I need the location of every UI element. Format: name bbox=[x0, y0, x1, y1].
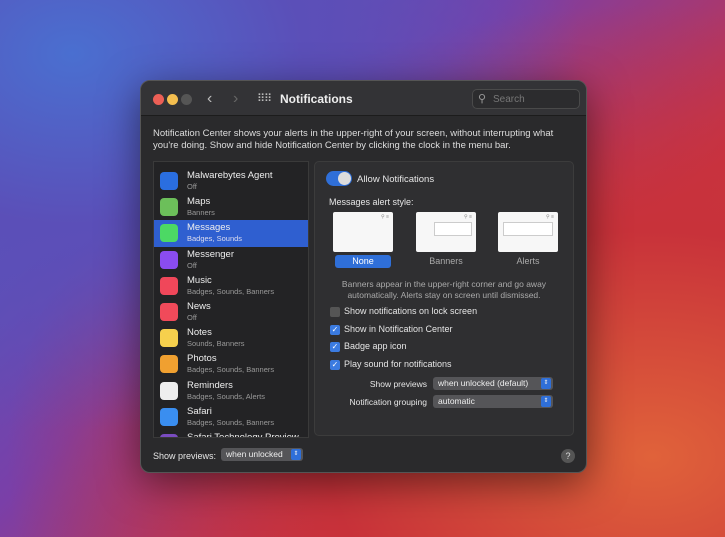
reminders-icon bbox=[160, 381, 178, 400]
app-name: News bbox=[187, 300, 211, 312]
app-status: Off bbox=[187, 182, 197, 191]
app-status: Banners bbox=[187, 208, 215, 218]
allow-notifications-label: Allow Notifications bbox=[357, 174, 435, 185]
app-status: Badges, Sounds, Banners bbox=[187, 417, 275, 427]
app-name: Messenger bbox=[187, 248, 234, 260]
notifications-window: ‹ › ⠿⠿ Notifications ⚲ Search Notificatio… bbox=[140, 80, 587, 473]
messages-icon bbox=[160, 224, 178, 243]
app-name: Malwarebytes Agent bbox=[187, 170, 273, 181]
footer-previews-label: Show previews: bbox=[153, 451, 217, 461]
app-name: Music bbox=[187, 274, 212, 286]
search-input[interactable]: ⚲ Search bbox=[472, 89, 580, 109]
app-list-item[interactable]: Safari Badges, Sounds, Banners bbox=[154, 404, 308, 430]
app-name: Notes bbox=[187, 327, 212, 339]
grid-icon[interactable]: ⠿⠿ bbox=[257, 92, 272, 105]
checkbox[interactable]: ✓ bbox=[330, 359, 340, 370]
app-list-item[interactable]: Notes Sounds, Banners bbox=[154, 325, 308, 351]
chevron-updown-icon: ⇕ bbox=[291, 449, 301, 460]
app-name: Safari bbox=[187, 405, 212, 417]
help-button[interactable]: ? bbox=[561, 449, 575, 463]
music-icon bbox=[160, 276, 178, 295]
allow-notifications-toggle[interactable] bbox=[326, 171, 352, 186]
back-icon[interactable]: ‹ bbox=[207, 90, 212, 108]
safari-icon bbox=[160, 407, 178, 426]
app-list-item[interactable]: Messages Badges, Sounds bbox=[154, 220, 308, 247]
style-none-preview[interactable]: ⚲ ≡ bbox=[333, 212, 393, 252]
app-status: Off bbox=[187, 312, 197, 322]
description: Notification Center shows your alerts in… bbox=[153, 128, 554, 151]
window-title: Notifications bbox=[280, 92, 353, 106]
style-banners-label[interactable]: Banners bbox=[418, 255, 474, 268]
app-list-item[interactable]: Messenger Off bbox=[154, 247, 308, 273]
app-list[interactable]: Malwarebytes Agent Off Maps Banners Messages… bbox=[153, 161, 309, 438]
previews-label: Show previews bbox=[369, 379, 427, 389]
chevron-updown-icon: ⇕ bbox=[541, 396, 551, 407]
grouping-select[interactable]: automatic ⇕ bbox=[433, 395, 553, 408]
app-name: Reminders bbox=[187, 379, 233, 391]
checkbox-label: Play sound for notifications bbox=[344, 358, 452, 369]
search-icon: ⚲ bbox=[478, 93, 487, 105]
style-none-label[interactable]: None bbox=[335, 255, 391, 268]
safari-preview-icon bbox=[160, 433, 178, 437]
footer-previews-select[interactable]: when unlocked ⇕ bbox=[221, 448, 303, 461]
app-list-item[interactable]: Photos Badges, Sounds, Banners bbox=[154, 351, 308, 377]
previews-select[interactable]: when unlocked (default) ⇕ bbox=[433, 377, 553, 390]
checkbox-label: Show in Notification Center bbox=[344, 323, 453, 334]
forward-icon[interactable]: › bbox=[233, 90, 238, 108]
messenger-icon bbox=[160, 250, 178, 269]
news-icon bbox=[160, 302, 178, 321]
grouping-value: automatic bbox=[438, 396, 475, 406]
app-list-item[interactable]: Music Badges, Sounds, Banners bbox=[154, 273, 308, 299]
style-alerts-preview[interactable]: ⚲ ≡ bbox=[498, 212, 558, 252]
checkbox[interactable]: ✓ bbox=[330, 324, 340, 335]
zoom-button[interactable] bbox=[181, 94, 192, 105]
photos-icon bbox=[160, 355, 178, 374]
checkbox-label: Badge app icon bbox=[344, 341, 407, 351]
app-status: Badges, Sounds, Alerts bbox=[187, 391, 265, 401]
checkbox[interactable] bbox=[330, 307, 340, 317]
footer-previews-value: when unlocked bbox=[226, 449, 283, 459]
malwarebytes-icon bbox=[160, 172, 178, 190]
previews-value: when unlocked (default) bbox=[438, 378, 529, 388]
chevron-updown-icon: ⇕ bbox=[541, 378, 551, 389]
style-banners-preview[interactable]: ⚲ ≡ bbox=[416, 212, 476, 252]
checkbox-label: Show notifications on lock screen bbox=[344, 306, 478, 316]
app-status: Badges, Sounds bbox=[187, 234, 243, 244]
app-name: Messages bbox=[187, 222, 231, 234]
app-name: Photos bbox=[187, 353, 217, 365]
settings-panel: Allow Notifications Messages alert style… bbox=[314, 161, 574, 436]
app-name: Safari Technology Preview bbox=[187, 431, 299, 438]
title-bar: ‹ › ⠿⠿ Notifications ⚲ Search bbox=[141, 81, 586, 116]
app-list-item[interactable]: Malwarebytes Agent Off bbox=[154, 168, 308, 194]
app-list-item[interactable]: Safari Technology Preview bbox=[154, 430, 308, 438]
app-name: Maps bbox=[187, 196, 211, 208]
app-status: Badges, Sounds, Banners bbox=[187, 365, 275, 375]
style-help-text: Banners appear in the upper-right corner… bbox=[341, 279, 547, 300]
maps-icon bbox=[160, 198, 178, 217]
app-status: Sounds, Banners bbox=[187, 339, 245, 349]
close-button[interactable] bbox=[153, 94, 164, 105]
search-placeholder: Search bbox=[493, 94, 525, 105]
grouping-label: Notification grouping bbox=[349, 397, 428, 407]
style-alerts-label[interactable]: Alerts bbox=[500, 255, 556, 268]
minimize-button[interactable] bbox=[167, 94, 178, 105]
alert-style-label: Messages alert style: bbox=[329, 197, 414, 207]
checkbox[interactable]: ✓ bbox=[330, 342, 340, 352]
app-status: Off bbox=[187, 260, 197, 270]
app-list-item[interactable]: Maps Banners bbox=[154, 194, 308, 220]
app-list-item[interactable]: News Off bbox=[154, 299, 308, 325]
notes-icon bbox=[160, 329, 178, 348]
app-status: Badges, Sounds, Banners bbox=[187, 286, 275, 296]
app-list-item[interactable]: Reminders Badges, Sounds, Alerts bbox=[154, 378, 308, 404]
